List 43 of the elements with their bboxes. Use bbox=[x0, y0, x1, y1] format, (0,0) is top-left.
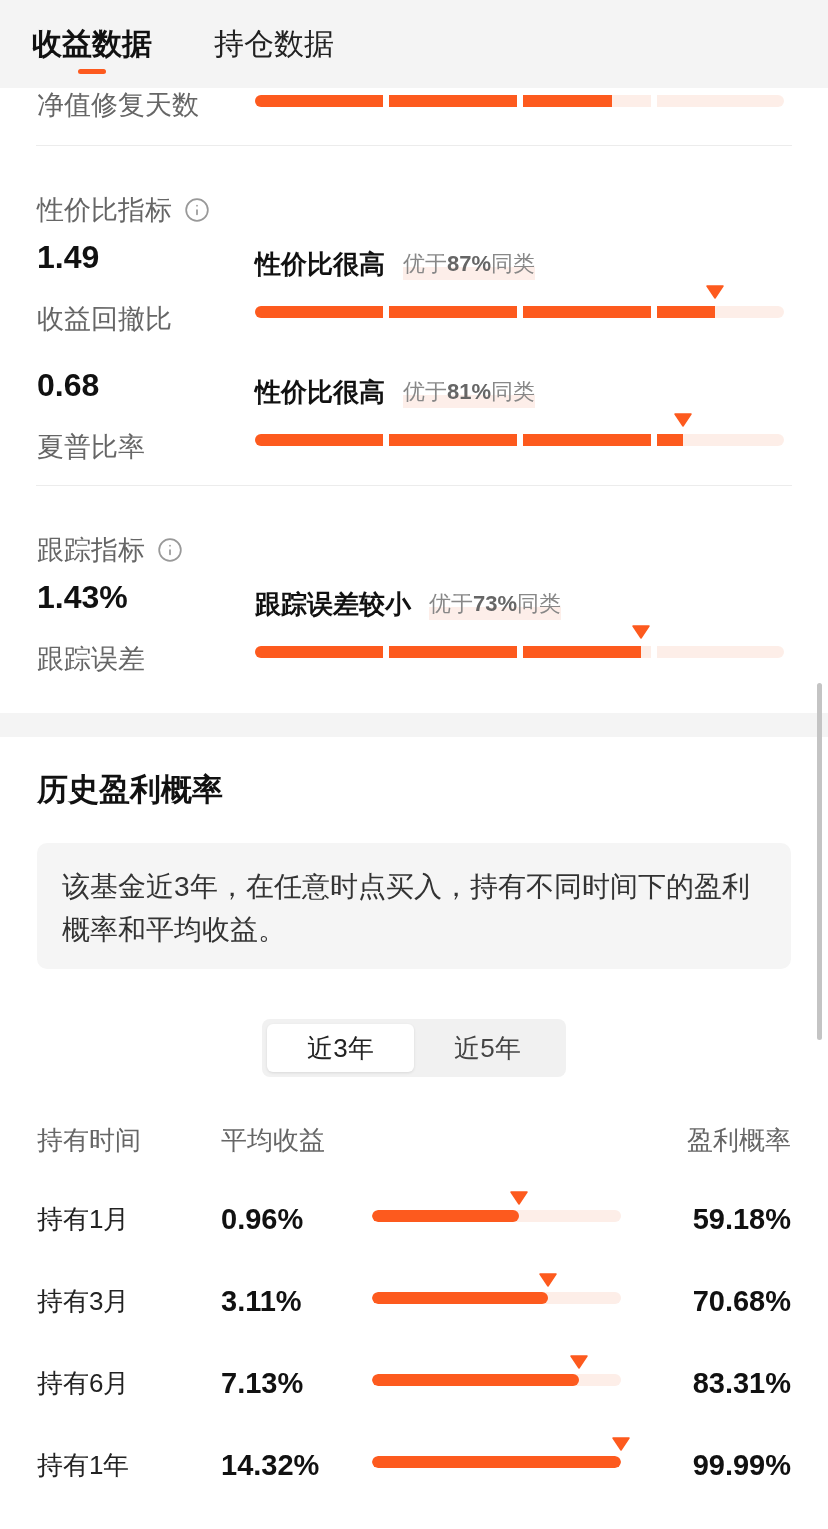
holding-period: 持有1年 bbox=[37, 1449, 131, 1482]
column-header: 持有时间 bbox=[37, 1124, 142, 1157]
average-return: 7.13% bbox=[221, 1366, 305, 1401]
marker-icon bbox=[632, 625, 651, 639]
metric-value: 1.49 bbox=[37, 238, 101, 277]
average-return: 3.11% bbox=[221, 1284, 303, 1319]
period-tab[interactable]: 近3年 bbox=[267, 1024, 414, 1072]
holding-period: 持有6月 bbox=[37, 1367, 131, 1400]
section-title: 性价比指标 bbox=[37, 194, 172, 227]
tab[interactable]: 收益数据 bbox=[32, 0, 152, 88]
column-header: 盈利概率 bbox=[687, 1124, 791, 1157]
average-return: 0.96% bbox=[221, 1202, 305, 1237]
marker-icon bbox=[611, 1437, 630, 1451]
info-icon[interactable] bbox=[157, 537, 183, 563]
section-heading: 历史盈利概率 bbox=[37, 771, 224, 809]
verdict-text: 性价比很高 bbox=[255, 248, 385, 281]
tab[interactable]: 持仓数据 bbox=[214, 0, 334, 88]
metric-value: 1.43% bbox=[37, 578, 129, 617]
profit-probability: 99.99% bbox=[692, 1448, 791, 1483]
holding-period: 持有3月 bbox=[37, 1285, 131, 1318]
column-header: 平均收益 bbox=[221, 1124, 325, 1157]
info-icon[interactable] bbox=[184, 197, 210, 223]
metric-value: 0.68 bbox=[37, 366, 101, 405]
metric-label: 收益回撤比 bbox=[37, 303, 173, 336]
marker-icon bbox=[510, 1191, 529, 1205]
metric-label: 跟踪误差 bbox=[37, 643, 146, 676]
marker-icon bbox=[674, 413, 693, 427]
average-return: 14.32% bbox=[221, 1448, 321, 1483]
profit-probability: 70.68% bbox=[692, 1284, 791, 1319]
section-title: 跟踪指标 bbox=[37, 534, 145, 567]
profit-probability: 83.31% bbox=[692, 1366, 791, 1401]
marker-icon bbox=[706, 285, 725, 299]
marker-icon bbox=[570, 1355, 589, 1369]
metric-label: 净值修复天数 bbox=[36, 89, 200, 122]
holding-period: 持有1月 bbox=[37, 1203, 131, 1236]
profit-probability: 59.18% bbox=[692, 1202, 791, 1237]
note-text: 该基金近3年，在任意时点买入，持有不同时间下的盈利概率和平均收益。 bbox=[62, 870, 751, 947]
verdict-text: 性价比很高 bbox=[255, 376, 385, 409]
marker-icon bbox=[539, 1273, 557, 1287]
metric-label: 夏普比率 bbox=[37, 431, 146, 464]
verdict-text: 跟踪误差较小 bbox=[255, 588, 411, 621]
tab-underline bbox=[78, 69, 106, 74]
period-tab[interactable]: 近5年 bbox=[414, 1024, 561, 1072]
